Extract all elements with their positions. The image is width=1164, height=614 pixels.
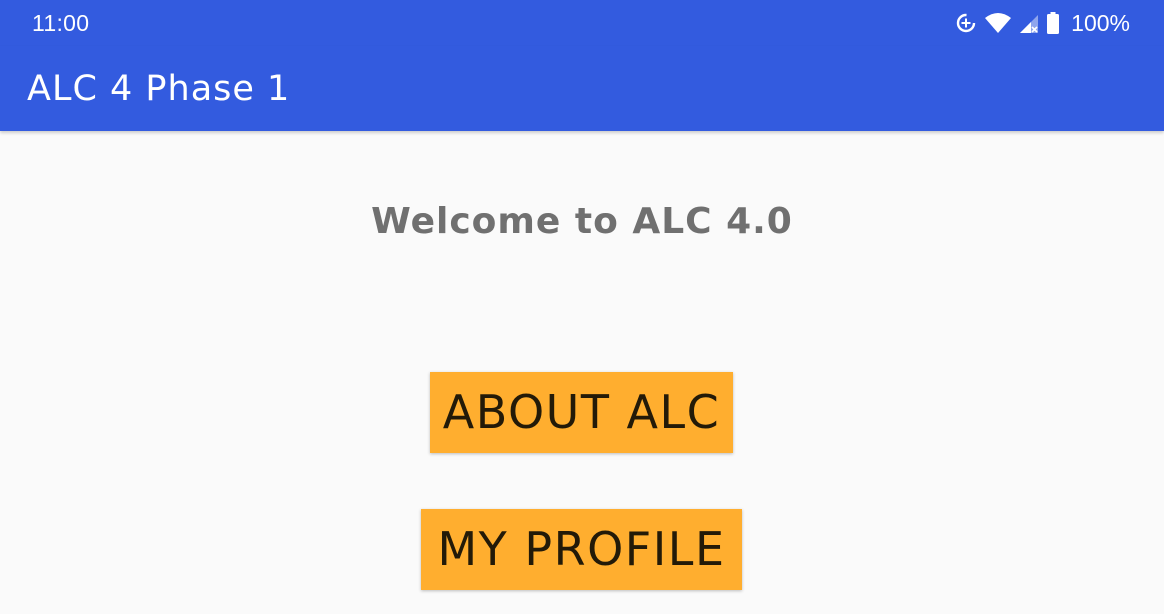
battery-percent: 100% bbox=[1071, 10, 1130, 36]
cellular-signal-icon bbox=[1019, 12, 1039, 34]
data-saver-icon bbox=[955, 12, 977, 34]
app-bar: ALC 4 Phase 1 bbox=[0, 46, 1164, 131]
status-time: 11:00 bbox=[32, 10, 90, 36]
status-icons: 100% bbox=[955, 10, 1130, 36]
main-content: Welcome to ALC 4.0 ABOUT ALC MY PROFILE bbox=[0, 131, 1164, 614]
my-profile-button[interactable]: MY PROFILE bbox=[421, 509, 742, 590]
battery-icon bbox=[1047, 12, 1060, 34]
wifi-icon bbox=[985, 12, 1012, 34]
app-title: ALC 4 Phase 1 bbox=[27, 69, 291, 109]
about-alc-button[interactable]: ABOUT ALC bbox=[430, 372, 733, 453]
welcome-text: Welcome to ALC 4.0 bbox=[371, 201, 793, 242]
status-bar: 11:00 100% bbox=[0, 0, 1164, 46]
